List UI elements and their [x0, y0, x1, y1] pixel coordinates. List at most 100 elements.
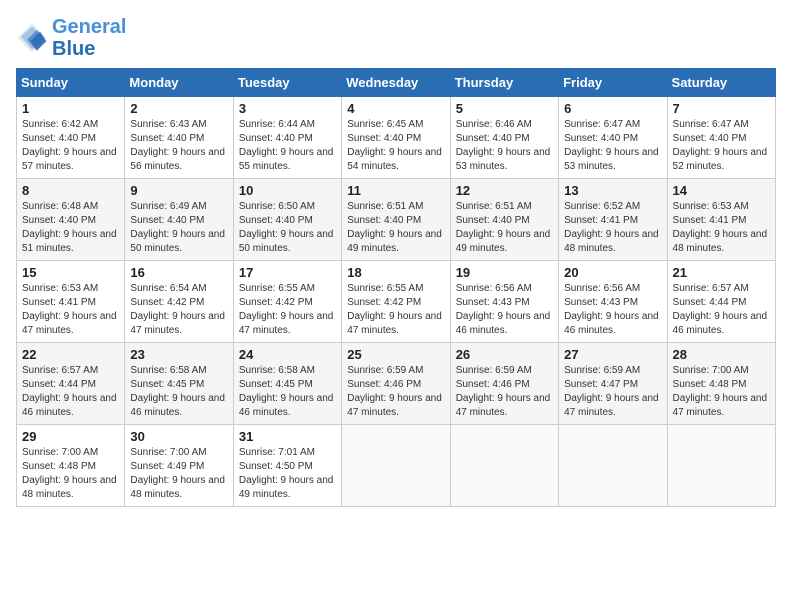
calendar-day-cell: 4 Sunrise: 6:45 AM Sunset: 4:40 PM Dayli…: [342, 97, 450, 179]
day-number: 4: [347, 101, 444, 116]
day-info: Sunrise: 6:48 AM Sunset: 4:40 PM Dayligh…: [22, 200, 119, 256]
calendar-day-cell: 11 Sunrise: 6:51 AM Sunset: 4:40 PM Dayl…: [342, 179, 450, 261]
day-info: Sunrise: 6:51 AM Sunset: 4:40 PM Dayligh…: [456, 200, 553, 256]
day-number: 14: [673, 183, 770, 198]
weekday-header-wednesday: Wednesday: [342, 69, 450, 97]
logo: GeneralBlue: [16, 16, 126, 60]
calendar-day-cell: 17 Sunrise: 6:55 AM Sunset: 4:42 PM Dayl…: [233, 261, 341, 343]
day-info: Sunrise: 7:00 AM Sunset: 4:48 PM Dayligh…: [673, 364, 770, 420]
day-info: Sunrise: 6:53 AM Sunset: 4:41 PM Dayligh…: [22, 282, 119, 338]
day-info: Sunrise: 6:45 AM Sunset: 4:40 PM Dayligh…: [347, 118, 444, 174]
day-number: 1: [22, 101, 119, 116]
day-info: Sunrise: 6:57 AM Sunset: 4:44 PM Dayligh…: [673, 282, 770, 338]
day-number: 10: [239, 183, 336, 198]
day-number: 27: [564, 347, 661, 362]
day-info: Sunrise: 6:52 AM Sunset: 4:41 PM Dayligh…: [564, 200, 661, 256]
calendar-day-cell: 21 Sunrise: 6:57 AM Sunset: 4:44 PM Dayl…: [667, 261, 775, 343]
day-info: Sunrise: 6:43 AM Sunset: 4:40 PM Dayligh…: [130, 118, 227, 174]
calendar-day-cell: 23 Sunrise: 6:58 AM Sunset: 4:45 PM Dayl…: [125, 343, 233, 425]
calendar-day-cell: 18 Sunrise: 6:55 AM Sunset: 4:42 PM Dayl…: [342, 261, 450, 343]
day-info: Sunrise: 6:55 AM Sunset: 4:42 PM Dayligh…: [239, 282, 336, 338]
calendar-week-row: 29 Sunrise: 7:00 AM Sunset: 4:48 PM Dayl…: [17, 425, 776, 507]
calendar-day-cell: 10 Sunrise: 6:50 AM Sunset: 4:40 PM Dayl…: [233, 179, 341, 261]
calendar-day-cell: 19 Sunrise: 6:56 AM Sunset: 4:43 PM Dayl…: [450, 261, 558, 343]
calendar-day-cell: 29 Sunrise: 7:00 AM Sunset: 4:48 PM Dayl…: [17, 425, 125, 507]
weekday-header-saturday: Saturday: [667, 69, 775, 97]
calendar-day-cell: 5 Sunrise: 6:46 AM Sunset: 4:40 PM Dayli…: [450, 97, 558, 179]
calendar-day-cell: 6 Sunrise: 6:47 AM Sunset: 4:40 PM Dayli…: [559, 97, 667, 179]
calendar-day-cell: 8 Sunrise: 6:48 AM Sunset: 4:40 PM Dayli…: [17, 179, 125, 261]
day-info: Sunrise: 6:47 AM Sunset: 4:40 PM Dayligh…: [564, 118, 661, 174]
day-number: 11: [347, 183, 444, 198]
day-info: Sunrise: 6:58 AM Sunset: 4:45 PM Dayligh…: [130, 364, 227, 420]
day-number: 7: [673, 101, 770, 116]
day-number: 29: [22, 429, 119, 444]
day-number: 2: [130, 101, 227, 116]
calendar-body: 1 Sunrise: 6:42 AM Sunset: 4:40 PM Dayli…: [17, 97, 776, 507]
calendar-week-row: 1 Sunrise: 6:42 AM Sunset: 4:40 PM Dayli…: [17, 97, 776, 179]
day-info: Sunrise: 6:58 AM Sunset: 4:45 PM Dayligh…: [239, 364, 336, 420]
day-number: 25: [347, 347, 444, 362]
day-number: 24: [239, 347, 336, 362]
calendar-day-cell: 7 Sunrise: 6:47 AM Sunset: 4:40 PM Dayli…: [667, 97, 775, 179]
day-number: 13: [564, 183, 661, 198]
calendar-day-cell: 2 Sunrise: 6:43 AM Sunset: 4:40 PM Dayli…: [125, 97, 233, 179]
calendar-day-cell: 3 Sunrise: 6:44 AM Sunset: 4:40 PM Dayli…: [233, 97, 341, 179]
day-number: 17: [239, 265, 336, 280]
calendar-week-row: 15 Sunrise: 6:53 AM Sunset: 4:41 PM Dayl…: [17, 261, 776, 343]
weekday-header-monday: Monday: [125, 69, 233, 97]
calendar-header-row: SundayMondayTuesdayWednesdayThursdayFrid…: [17, 69, 776, 97]
weekday-header-thursday: Thursday: [450, 69, 558, 97]
day-info: Sunrise: 6:44 AM Sunset: 4:40 PM Dayligh…: [239, 118, 336, 174]
day-info: Sunrise: 7:00 AM Sunset: 4:49 PM Dayligh…: [130, 446, 227, 502]
calendar-day-cell: 25 Sunrise: 6:59 AM Sunset: 4:46 PM Dayl…: [342, 343, 450, 425]
day-info: Sunrise: 6:56 AM Sunset: 4:43 PM Dayligh…: [564, 282, 661, 338]
weekday-header-sunday: Sunday: [17, 69, 125, 97]
day-number: 12: [456, 183, 553, 198]
day-number: 20: [564, 265, 661, 280]
day-number: 3: [239, 101, 336, 116]
day-number: 9: [130, 183, 227, 198]
calendar-week-row: 22 Sunrise: 6:57 AM Sunset: 4:44 PM Dayl…: [17, 343, 776, 425]
calendar-day-cell: 12 Sunrise: 6:51 AM Sunset: 4:40 PM Dayl…: [450, 179, 558, 261]
calendar-day-cell: 14 Sunrise: 6:53 AM Sunset: 4:41 PM Dayl…: [667, 179, 775, 261]
day-info: Sunrise: 6:51 AM Sunset: 4:40 PM Dayligh…: [347, 200, 444, 256]
day-number: 15: [22, 265, 119, 280]
day-info: Sunrise: 6:56 AM Sunset: 4:43 PM Dayligh…: [456, 282, 553, 338]
day-number: 30: [130, 429, 227, 444]
day-number: 16: [130, 265, 227, 280]
calendar-week-row: 8 Sunrise: 6:48 AM Sunset: 4:40 PM Dayli…: [17, 179, 776, 261]
calendar-day-cell: [559, 425, 667, 507]
day-info: Sunrise: 6:53 AM Sunset: 4:41 PM Dayligh…: [673, 200, 770, 256]
day-info: Sunrise: 6:46 AM Sunset: 4:40 PM Dayligh…: [456, 118, 553, 174]
day-number: 28: [673, 347, 770, 362]
logo-icon: [16, 22, 48, 54]
weekday-header-tuesday: Tuesday: [233, 69, 341, 97]
calendar-day-cell: 13 Sunrise: 6:52 AM Sunset: 4:41 PM Dayl…: [559, 179, 667, 261]
calendar-day-cell: 30 Sunrise: 7:00 AM Sunset: 4:49 PM Dayl…: [125, 425, 233, 507]
day-info: Sunrise: 6:55 AM Sunset: 4:42 PM Dayligh…: [347, 282, 444, 338]
calendar-day-cell: 26 Sunrise: 6:59 AM Sunset: 4:46 PM Dayl…: [450, 343, 558, 425]
day-number: 6: [564, 101, 661, 116]
calendar-day-cell: 27 Sunrise: 6:59 AM Sunset: 4:47 PM Dayl…: [559, 343, 667, 425]
calendar-day-cell: 24 Sunrise: 6:58 AM Sunset: 4:45 PM Dayl…: [233, 343, 341, 425]
calendar-day-cell: 9 Sunrise: 6:49 AM Sunset: 4:40 PM Dayli…: [125, 179, 233, 261]
day-number: 5: [456, 101, 553, 116]
page-header: GeneralBlue: [16, 16, 776, 60]
day-info: Sunrise: 6:47 AM Sunset: 4:40 PM Dayligh…: [673, 118, 770, 174]
day-info: Sunrise: 6:54 AM Sunset: 4:42 PM Dayligh…: [130, 282, 227, 338]
day-number: 19: [456, 265, 553, 280]
calendar-day-cell: 16 Sunrise: 6:54 AM Sunset: 4:42 PM Dayl…: [125, 261, 233, 343]
calendar-day-cell: 20 Sunrise: 6:56 AM Sunset: 4:43 PM Dayl…: [559, 261, 667, 343]
day-number: 21: [673, 265, 770, 280]
day-info: Sunrise: 6:59 AM Sunset: 4:46 PM Dayligh…: [456, 364, 553, 420]
day-info: Sunrise: 6:59 AM Sunset: 4:47 PM Dayligh…: [564, 364, 661, 420]
calendar-day-cell: 28 Sunrise: 7:00 AM Sunset: 4:48 PM Dayl…: [667, 343, 775, 425]
calendar-day-cell: [450, 425, 558, 507]
calendar-day-cell: 31 Sunrise: 7:01 AM Sunset: 4:50 PM Dayl…: [233, 425, 341, 507]
day-number: 23: [130, 347, 227, 362]
day-number: 22: [22, 347, 119, 362]
day-info: Sunrise: 6:42 AM Sunset: 4:40 PM Dayligh…: [22, 118, 119, 174]
weekday-header-friday: Friday: [559, 69, 667, 97]
calendar-day-cell: 15 Sunrise: 6:53 AM Sunset: 4:41 PM Dayl…: [17, 261, 125, 343]
